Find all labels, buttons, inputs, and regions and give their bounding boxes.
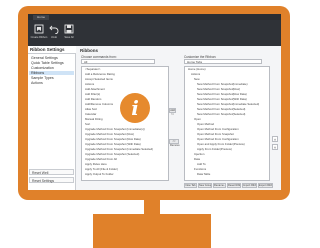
sidebar-item-quick-table[interactable]: Quick Table Settings bbox=[31, 61, 64, 65]
command-item[interactable]: Upgrade Method From Snapshot (Row Data) bbox=[85, 138, 141, 141]
tree-item[interactable]: Injection bbox=[194, 153, 204, 156]
sidebar-item-customization[interactable]: Customization bbox=[31, 66, 54, 70]
reset-settings-button[interactable]: Reset Settings bbox=[29, 177, 74, 183]
move-up-button[interactable]: ˄ bbox=[272, 136, 278, 142]
options-title: Ribbon Settings bbox=[28, 46, 76, 54]
remove-button[interactable]: << Remove bbox=[169, 139, 180, 147]
options-sidebar: General Settings Quick Table Settings Cu… bbox=[28, 54, 76, 190]
command-item[interactable]: Alias Sort bbox=[85, 108, 97, 111]
command-item[interactable]: Apply Output To Folder bbox=[85, 173, 114, 176]
app-screen: Home Create Ribbon Undo Save All Ribbon … bbox=[28, 14, 281, 190]
tree-item[interactable]: New Method From Snapshot(Row Data) bbox=[197, 93, 247, 96]
tree-item[interactable]: New Method From Snapshot(Row) bbox=[197, 88, 240, 91]
ribbon-icon bbox=[34, 24, 44, 34]
new-tab-button[interactable]: New Tab bbox=[184, 183, 197, 188]
tree-item[interactable]: Add To bbox=[197, 163, 206, 166]
command-item[interactable]: Add a Reference Rating bbox=[85, 73, 115, 76]
command-item[interactable]: Actions bbox=[85, 83, 94, 86]
command-item[interactable]: Upgrade Method From Snapshot (Row) bbox=[85, 133, 134, 136]
command-item[interactable]: <Separator> bbox=[85, 68, 101, 71]
command-item[interactable]: Upgrade Method From All bbox=[85, 158, 117, 161]
save-all-button[interactable]: Save All bbox=[62, 23, 76, 44]
ribbons-panel: Ribbons Choose commands from: All <Separ… bbox=[76, 46, 281, 190]
monitor-neck bbox=[144, 200, 160, 214]
reset-well-field[interactable]: Reset Well bbox=[29, 169, 74, 175]
save-all-label: Save All bbox=[64, 36, 74, 39]
tree-item[interactable]: New bbox=[194, 78, 200, 81]
commands-combo[interactable]: All bbox=[81, 59, 155, 64]
command-item[interactable]: Sort bbox=[85, 123, 90, 126]
undo-icon bbox=[49, 25, 59, 34]
sidebar-item-sample-types[interactable]: Sample Types bbox=[31, 76, 54, 80]
tree-item[interactable]: New Method From Snapshot(Immediate) bbox=[197, 83, 248, 86]
tree-item[interactable]: New Method From Snapshot(Selected) bbox=[197, 113, 245, 116]
move-down-icon: ˅ bbox=[273, 145, 277, 150]
ribbon: Create Ribbon Undo Save All bbox=[28, 20, 281, 46]
tree-item[interactable]: Data bbox=[194, 158, 200, 161]
command-item[interactable]: Apply To All (File & Folder) bbox=[85, 168, 118, 171]
move-up-icon: ˄ bbox=[273, 137, 277, 142]
command-item[interactable]: Calendar bbox=[85, 113, 96, 116]
new-group-button[interactable]: New Group bbox=[198, 183, 212, 188]
command-item[interactable]: Accept Selected Items bbox=[85, 78, 113, 81]
rename-button[interactable]: Rename... bbox=[213, 183, 226, 188]
panel-title: Ribbons bbox=[80, 48, 98, 53]
export-ribbon-button[interactable]: Export Ribbon... bbox=[258, 183, 273, 188]
command-item[interactable]: Add Random bbox=[85, 98, 101, 101]
tree-item[interactable]: Apply From Folder(Preview) bbox=[197, 148, 232, 151]
tree-item[interactable]: New Method From Snapshot(Selected) bbox=[197, 108, 245, 111]
add-button[interactable]: Add >> bbox=[169, 108, 176, 116]
commands-list[interactable]: <Separator> Add a Reference Rating Accept … bbox=[81, 66, 169, 181]
tree-item[interactable]: Functions bbox=[194, 168, 206, 171]
command-item[interactable]: Upgrade Method From Snapshot (Selected) bbox=[85, 153, 139, 156]
monitor-stand bbox=[93, 214, 211, 248]
tree-item[interactable]: Data Table bbox=[197, 173, 210, 176]
tree-item[interactable]: Open bbox=[194, 118, 201, 121]
info-icon: i bbox=[120, 93, 150, 123]
command-item[interactable]: Manual Fitting bbox=[85, 118, 103, 121]
sidebar-item-actions[interactable]: Actions bbox=[31, 81, 43, 85]
tree-item[interactable]: Home (Home) bbox=[188, 68, 206, 71]
tree-item[interactable]: Open Method bbox=[197, 123, 214, 126]
tree-item[interactable]: New Method From Snapshot(With Data) bbox=[197, 98, 247, 101]
command-item[interactable]: Apply Rules Here bbox=[85, 163, 107, 166]
ribbon-tabs-combo[interactable]: Home Tabs bbox=[184, 59, 262, 64]
undo-button[interactable]: Undo bbox=[47, 23, 61, 44]
save-icon bbox=[64, 24, 74, 34]
command-item[interactable]: Add/Remove Columns bbox=[85, 103, 113, 106]
create-ribbon-button[interactable]: Create Ribbon bbox=[31, 23, 47, 44]
reset-ribbon-button[interactable]: Reset Ribbon bbox=[227, 183, 241, 188]
command-item[interactable]: Upgrade Method From Snapshot (With Data) bbox=[85, 143, 141, 146]
tree-item[interactable]: Open Method From Configuration bbox=[197, 138, 239, 141]
command-item[interactable]: Upgrade Method From Snapshot (Immediate … bbox=[85, 148, 153, 151]
tree-item[interactable]: Open Method From Configuration bbox=[197, 128, 239, 131]
import-ribbon-button[interactable]: Import Ribbon... bbox=[242, 183, 257, 188]
move-down-button[interactable]: ˅ bbox=[272, 144, 278, 150]
command-item[interactable]: Add Attachment bbox=[85, 88, 105, 91]
tree-item[interactable]: Actions bbox=[191, 73, 200, 76]
tree-item[interactable]: Open Method From Snapshot bbox=[197, 133, 234, 136]
tree-item[interactable]: Open and Apply From Folder(Preview) bbox=[197, 143, 245, 146]
sidebar-item-general[interactable]: General Settings bbox=[31, 56, 58, 60]
command-item[interactable]: Add Filter(s) bbox=[85, 93, 100, 96]
ribbon-tree[interactable]: Home (Home) Actions New New Method From Sna… bbox=[184, 66, 270, 181]
tree-item[interactable]: New Method From Snapshot(Immediate Selec… bbox=[197, 103, 259, 106]
sidebar-item-ribbons[interactable]: Ribbons bbox=[29, 71, 74, 75]
command-item[interactable]: Upgrade Method From Snapshot (Immediate(… bbox=[85, 128, 145, 131]
